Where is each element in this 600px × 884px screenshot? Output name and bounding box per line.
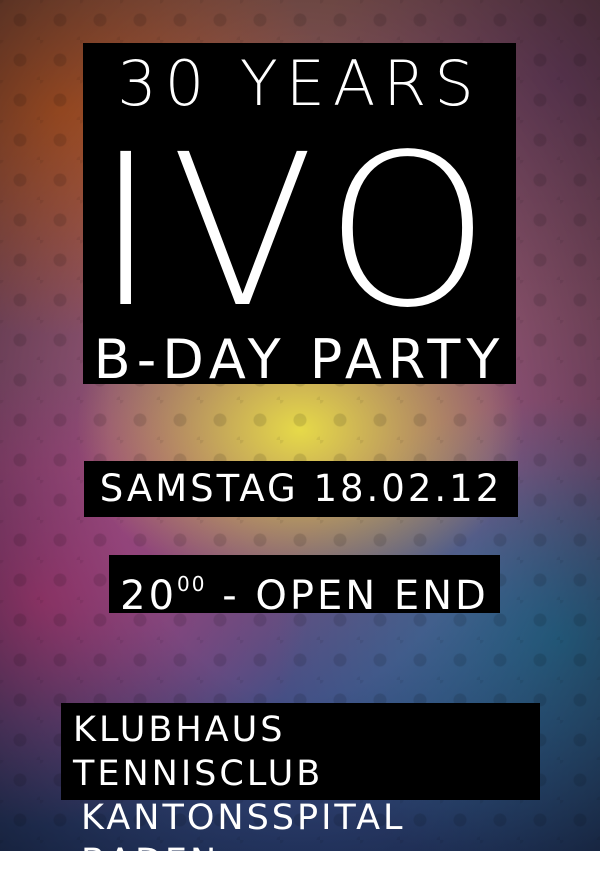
time-hour: 20: [120, 573, 178, 619]
venue-line-2: KANTONSSPITAL BADEN: [81, 798, 406, 882]
time-label: 2000 - OPEN END: [109, 555, 500, 619]
title-years: 30 YEARS: [117, 47, 482, 120]
title-block: 30 YEARS IVO B-DAY PARTY: [83, 43, 516, 391]
venue-block: KLUBHAUS TENNISCLUB KANTONSSPITAL BADEN: [61, 703, 540, 882]
date-label: SAMSTAG 18.02.12: [84, 461, 518, 517]
title-name: IVO: [94, 109, 505, 354]
title-bday-party: B-DAY PARTY: [93, 328, 506, 391]
venue-line-1: KLUBHAUS TENNISCLUB: [73, 710, 324, 794]
time-rest: - OPEN END: [206, 573, 489, 619]
time-minutes: 00: [177, 572, 207, 596]
